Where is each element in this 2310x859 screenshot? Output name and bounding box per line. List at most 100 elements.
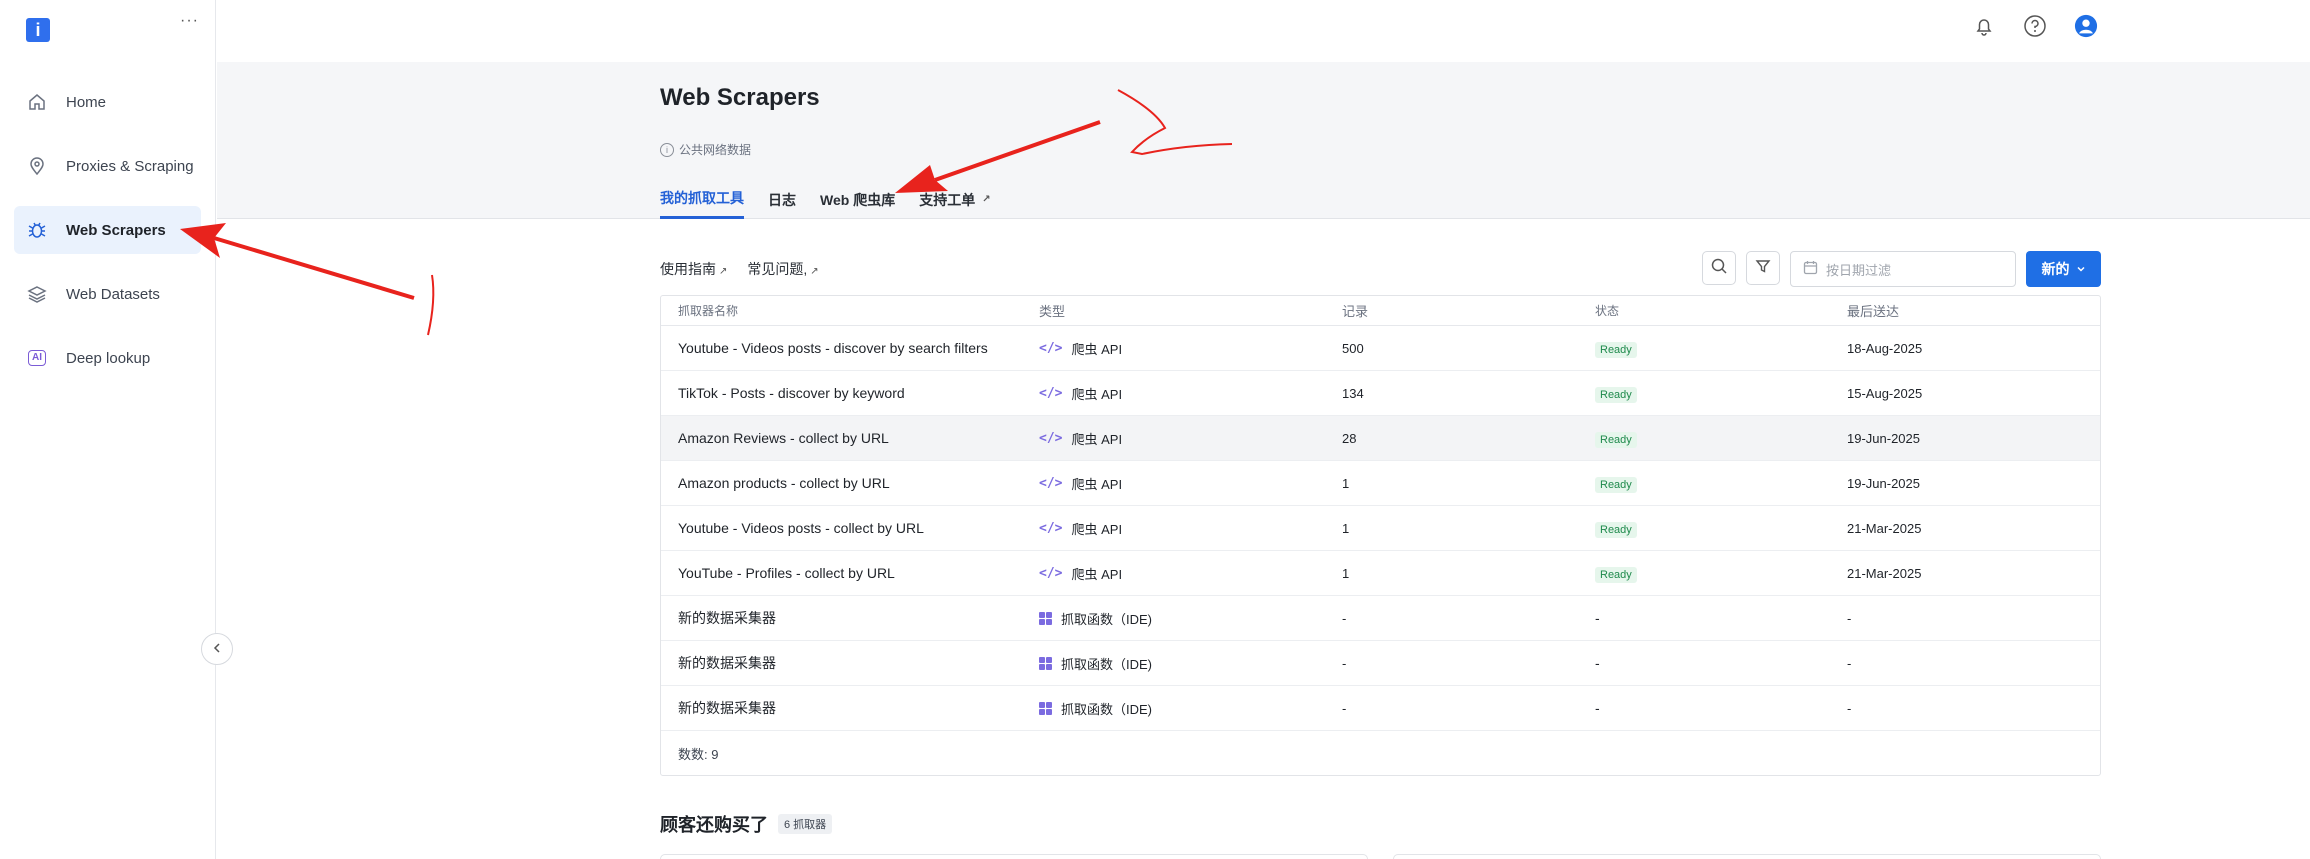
guide-link-label: 使用指南 (660, 261, 716, 277)
location-pin-icon (26, 155, 48, 177)
tab-logs[interactable]: 日志 (768, 188, 796, 219)
date-filter-placeholder: 按日期过滤 (1826, 262, 1892, 278)
section-title: 顾客还购买了 (660, 815, 768, 835)
status-badge: Ready (1595, 342, 1637, 358)
faq-link[interactable]: 常见问题, ↗ (747, 259, 818, 279)
sidebar-item-web-datasets[interactable]: Web Datasets (14, 270, 201, 318)
date-filter-input[interactable]: 按日期过滤 (1790, 251, 2016, 287)
table-row[interactable]: 新的数据采集器 抓取函数（IDE) - - - (661, 641, 2100, 686)
search-button[interactable] (1702, 251, 1736, 285)
column-header-records[interactable]: 记录 (1342, 301, 1595, 320)
sidebar-item-proxies[interactable]: Proxies & Scraping (14, 142, 201, 190)
product-card[interactable] (660, 854, 1368, 859)
table-row[interactable]: TikTok - Posts - discover by keyword </> 爬… (661, 371, 2100, 416)
guide-link[interactable]: 使用指南 ↗ (660, 259, 727, 279)
status-badge: Ready (1595, 567, 1637, 583)
bell-icon[interactable] (1972, 14, 1996, 38)
chevron-down-icon (2076, 261, 2086, 277)
table-row[interactable]: 新的数据采集器 抓取函数（IDE) - - - (661, 686, 2100, 731)
scraper-name[interactable]: 新的数据采集器 (661, 608, 1039, 628)
status-cell: Ready (1595, 565, 1847, 583)
scraper-type: </> 爬虫 API (1039, 519, 1342, 538)
scraper-type: </> 爬虫 API (1039, 474, 1342, 493)
column-header-type[interactable]: 类型 (1039, 301, 1342, 320)
more-dots-icon[interactable]: ··· (180, 12, 199, 30)
sidebar-nav: Home Proxies & Scraping Web Scrapers Web… (14, 78, 201, 398)
scraper-name[interactable]: TikTok - Posts - discover by keyword (661, 385, 1039, 401)
last-delivered: - (1847, 700, 1852, 716)
tab-scraper-library[interactable]: Web 爬虫库 (820, 188, 895, 219)
user-avatar-icon[interactable] (2074, 14, 2098, 38)
scraper-type-label: 爬虫 API (1071, 386, 1123, 402)
status-cell: - (1595, 610, 1847, 626)
sidebar-item-home[interactable]: Home (14, 78, 201, 126)
last-delivered: 19-Jun-2025 (1847, 430, 1920, 446)
last-delivered: 18-Aug-2025 (1847, 340, 1923, 356)
status-cell: Ready (1595, 385, 1847, 403)
scraper-type-label: 抓取函数（IDE) (1061, 611, 1153, 627)
scraper-name[interactable]: Amazon Reviews - collect by URL (661, 430, 1039, 446)
status-badge: Ready (1595, 522, 1637, 538)
scraper-type-label: 爬虫 API (1071, 476, 1123, 492)
subtitle-text: 公共网络数据 (679, 143, 752, 157)
info-logo-icon[interactable]: i (26, 18, 50, 42)
status-cell: - (1595, 700, 1847, 716)
last-delivered: 15-Aug-2025 (1847, 385, 1923, 401)
scraper-type-label: 抓取函数（IDE) (1061, 656, 1153, 672)
tab-support-tickets[interactable]: 支持工单 ↗ (919, 188, 990, 219)
scraper-name[interactable]: Amazon products - collect by URL (661, 475, 1039, 491)
column-header-status[interactable]: 状态 (1595, 302, 1847, 319)
status-badge: - (1595, 655, 1600, 671)
table-row[interactable]: Amazon products - collect by URL </> 爬虫 AP… (661, 461, 2100, 506)
last-delivered: 19-Jun-2025 (1847, 475, 1920, 491)
column-header-last-delivered[interactable]: 最后送达 (1847, 301, 2097, 320)
sidebar-item-label: Web Datasets (66, 285, 160, 303)
scraper-name[interactable]: Youtube - Videos posts - discover by sea… (661, 340, 1039, 356)
help-icon[interactable] (2023, 14, 2047, 38)
new-scraper-button[interactable]: 新的 (2026, 251, 2101, 287)
record-count: 134 (1342, 385, 1364, 401)
sidebar-item-deep-lookup[interactable]: AI Deep lookup (14, 334, 201, 382)
ai-glyph: AI (28, 350, 46, 366)
table-body: Youtube - Videos posts - discover by sea… (661, 326, 2100, 731)
status-badge: Ready (1595, 387, 1637, 403)
code-icon: </> (1039, 385, 1063, 401)
scraper-name[interactable]: 新的数据采集器 (661, 698, 1039, 718)
chevron-left-icon (211, 641, 223, 657)
tab-label: 日志 (768, 191, 796, 208)
sidebar-item-label: Home (66, 93, 107, 111)
code-icon: </> (1039, 565, 1063, 581)
external-link-icon: ↗ (810, 266, 819, 277)
collapse-sidebar-button[interactable] (201, 633, 233, 665)
tab-bar: 我的抓取工具 日志 Web 爬虫库 支持工单 ↗ (660, 188, 991, 219)
column-header-name[interactable]: 抓取器名称 (661, 302, 1039, 319)
search-icon (1710, 257, 1728, 280)
sidebar-item-web-scrapers[interactable]: Web Scrapers (14, 206, 201, 254)
scraper-name[interactable]: Youtube - Videos posts - collect by URL (661, 520, 1039, 536)
scraper-name[interactable]: 新的数据采集器 (661, 653, 1039, 673)
code-icon: </> (1039, 340, 1063, 356)
code-icon: </> (1039, 520, 1063, 536)
home-icon (26, 91, 48, 113)
external-link-icon: ↗ (719, 266, 728, 277)
handwritten-mark (427, 274, 435, 336)
record-count: 1 (1342, 565, 1350, 581)
filter-button[interactable] (1746, 251, 1780, 285)
table-row[interactable]: YouTube - Profiles - collect by URL </> 爬虫… (661, 551, 2100, 596)
calendar-icon (1803, 260, 1818, 278)
scraper-type: </> 爬虫 API (1039, 429, 1342, 448)
table-row[interactable]: Youtube - Videos posts - collect by URL <… (661, 506, 2100, 551)
table-row[interactable]: Youtube - Videos posts - discover by sea… (661, 326, 2100, 371)
tab-label: Web 爬虫库 (820, 191, 896, 208)
scraper-type: </> 爬虫 API (1039, 384, 1342, 403)
table-row[interactable]: 新的数据采集器 抓取函数（IDE) - - - (661, 596, 2100, 641)
faq-link-label: 常见问题, (747, 261, 808, 277)
product-card[interactable] (1393, 854, 2101, 859)
scraper-type-label: 抓取函数（IDE) (1061, 701, 1153, 717)
scraper-name[interactable]: YouTube - Profiles - collect by URL (661, 565, 1039, 581)
status-cell: Ready (1595, 475, 1847, 493)
tab-my-scrapers[interactable]: 我的抓取工具 (660, 188, 744, 219)
last-delivered: - (1847, 610, 1852, 626)
last-delivered: 21-Mar-2025 (1847, 565, 1922, 581)
table-row[interactable]: Amazon Reviews - collect by URL </> 爬虫 API… (661, 416, 2100, 461)
